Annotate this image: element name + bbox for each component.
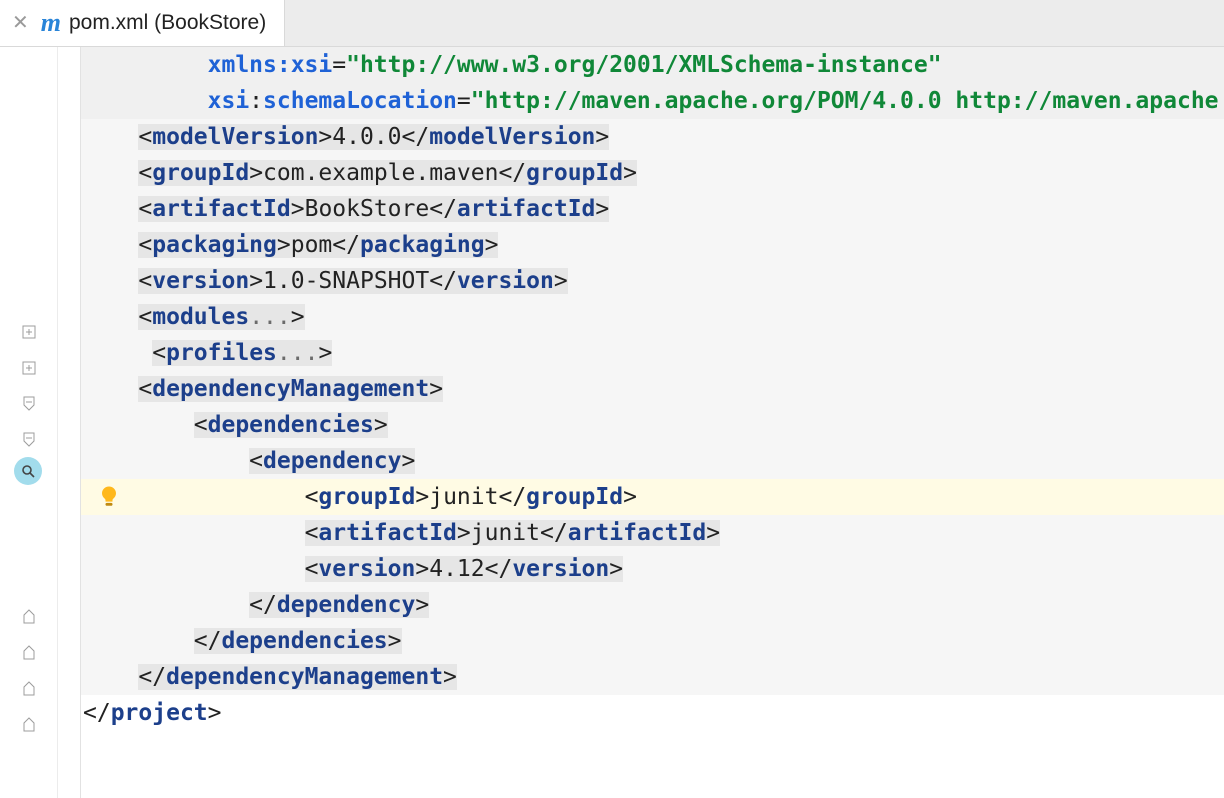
maven-file-icon: m bbox=[41, 10, 61, 36]
navigate-badge[interactable] bbox=[14, 457, 42, 485]
editor: xmlns:xsi="http://www.w3.org/2001/XMLSch… bbox=[0, 47, 1224, 798]
code-line: <dependency> bbox=[81, 443, 1224, 479]
code-line: <dependencyManagement> bbox=[81, 371, 1224, 407]
code-line: <groupId>com.example.maven</groupId> bbox=[81, 155, 1224, 191]
fold-end-icon[interactable] bbox=[22, 609, 36, 625]
code-line: <dependencies> bbox=[81, 407, 1224, 443]
code-line: </dependencyManagement> bbox=[81, 659, 1224, 695]
tab-bar: ✕ m pom.xml (BookStore) bbox=[0, 0, 1224, 47]
file-tab[interactable]: ✕ m pom.xml (BookStore) bbox=[0, 0, 285, 46]
code-line: </dependency> bbox=[81, 587, 1224, 623]
fold-collapse-icon[interactable] bbox=[22, 395, 36, 411]
code-line: xsi:schemaLocation="http://maven.apache.… bbox=[81, 83, 1224, 119]
code-line: <version>1.0-SNAPSHOT</version> bbox=[81, 263, 1224, 299]
code-line: <profiles...> bbox=[81, 335, 1224, 371]
fold-end-icon[interactable] bbox=[22, 681, 36, 697]
fold-expand-icon[interactable] bbox=[22, 325, 36, 339]
code-line: <artifactId>junit</artifactId> bbox=[81, 515, 1224, 551]
fold-expand-icon[interactable] bbox=[22, 361, 36, 375]
close-icon[interactable]: ✕ bbox=[12, 13, 29, 33]
code-line: <packaging>pom</packaging> bbox=[81, 227, 1224, 263]
code-line: <version>4.12</version> bbox=[81, 551, 1224, 587]
code-line-current: <groupId>junit</groupId> bbox=[81, 479, 1224, 515]
code-line: <modelVersion>4.0.0</modelVersion> bbox=[81, 119, 1224, 155]
gutter-right bbox=[58, 47, 81, 798]
fold-collapse-icon[interactable] bbox=[22, 431, 36, 447]
fold-end-icon[interactable] bbox=[22, 645, 36, 661]
code-line: xmlns:xsi="http://www.w3.org/2001/XMLSch… bbox=[81, 47, 1224, 83]
code-line: </dependencies> bbox=[81, 623, 1224, 659]
fold-end-icon[interactable] bbox=[22, 717, 36, 733]
code-line: <modules...> bbox=[81, 299, 1224, 335]
code-line: </project> bbox=[81, 695, 1224, 731]
code-area[interactable]: xmlns:xsi="http://www.w3.org/2001/XMLSch… bbox=[81, 47, 1224, 798]
tab-title: pom.xml (BookStore) bbox=[69, 11, 266, 35]
intention-bulb-icon[interactable] bbox=[95, 483, 123, 511]
gutter-left bbox=[0, 47, 58, 798]
code-line: <artifactId>BookStore</artifactId> bbox=[81, 191, 1224, 227]
